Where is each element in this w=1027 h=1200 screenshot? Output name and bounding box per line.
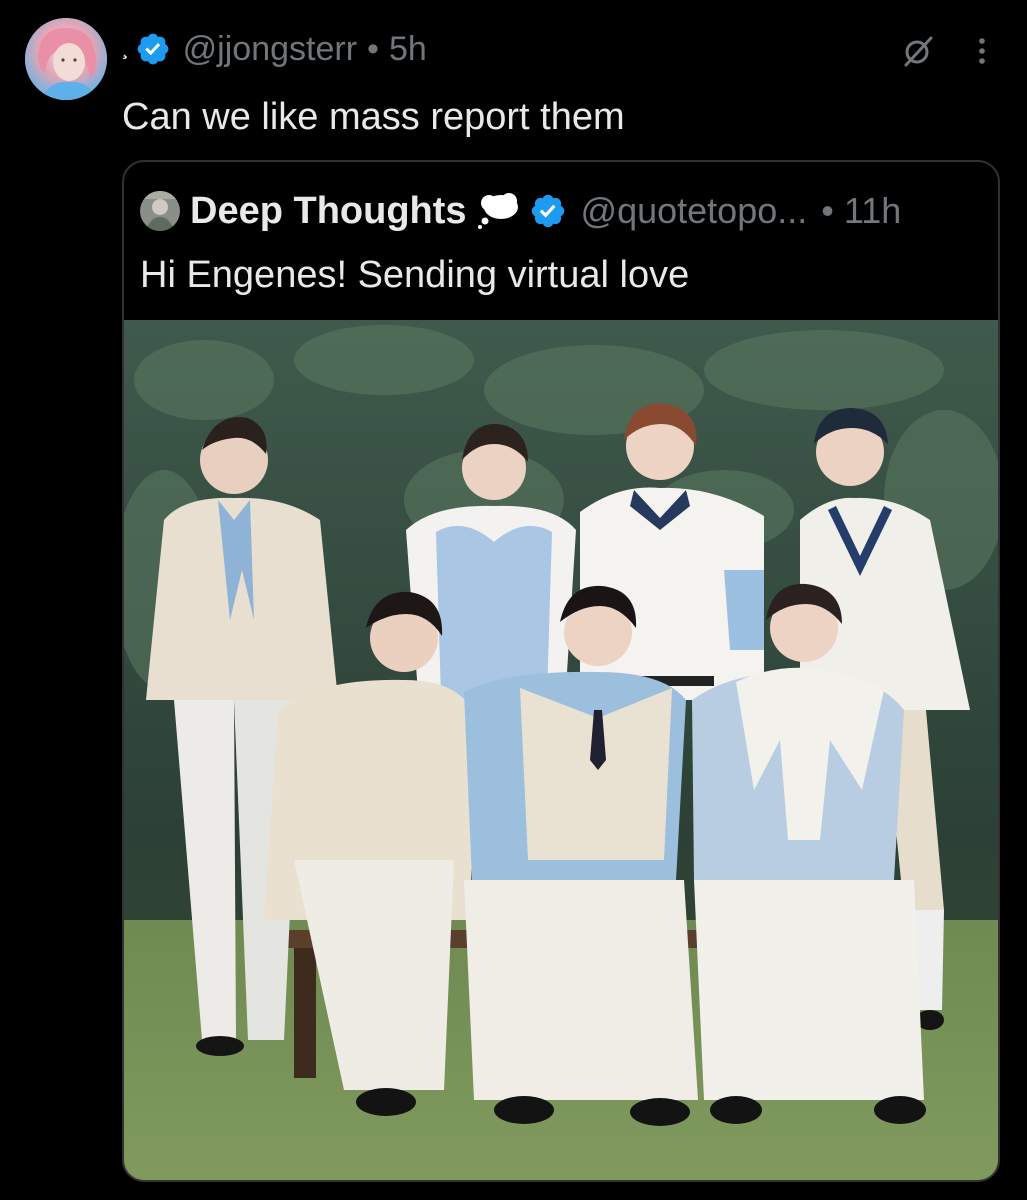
verified-badge-icon[interactable]: [135, 31, 171, 67]
display-name[interactable]: ¸: [122, 38, 129, 61]
separator-dot: •: [821, 190, 834, 231]
tweet-text: Can we like mass report them: [122, 96, 625, 138]
quote-handle[interactable]: @quotetopo...: [581, 190, 808, 232]
user-avatar[interactable]: [25, 18, 107, 100]
tweet-header: ¸ @jjongsterr • 5h: [122, 26, 427, 72]
timestamp[interactable]: 5h: [389, 30, 427, 69]
user-handle[interactable]: @jjongsterr: [183, 30, 357, 69]
grok-icon[interactable]: [901, 34, 935, 68]
quote-timestamp[interactable]: 11h: [844, 190, 901, 232]
group-photo-image: [124, 320, 998, 1180]
quote-display-name[interactable]: Deep Thoughts: [190, 190, 467, 233]
quoted-tweet[interactable]: Deep Thoughts @quotetopo... • 11h Hi Eng…: [122, 160, 1000, 1182]
verified-badge-icon[interactable]: [529, 192, 567, 230]
tweet[interactable]: ¸ @jjongsterr • 5h Can we like mass repo: [0, 0, 1027, 1200]
separator-dot: •: [367, 29, 379, 68]
quote-media-photo[interactable]: [124, 320, 998, 1180]
quote-header: Deep Thoughts @quotetopo... • 11h: [140, 186, 982, 236]
tweet-actions: [901, 34, 999, 68]
more-options-icon[interactable]: [965, 34, 999, 68]
quote-avatar[interactable]: [140, 191, 180, 231]
quote-text: Hi Engenes! Sending virtual love: [140, 254, 690, 296]
avatar-image: [25, 18, 107, 100]
thought-balloon-icon: [475, 191, 521, 231]
